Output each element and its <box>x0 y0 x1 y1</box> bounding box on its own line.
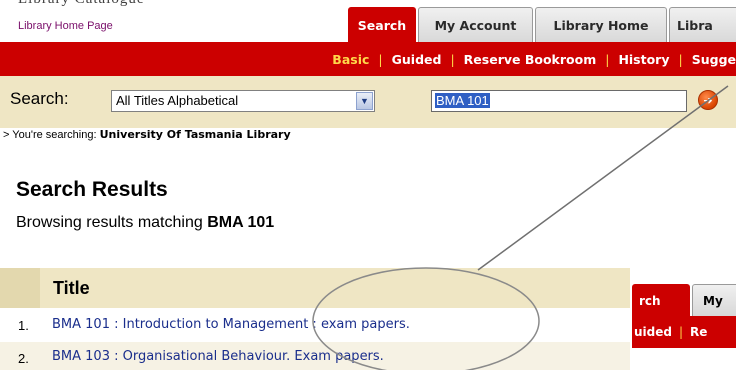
search-scope-select[interactable]: All Titles Alphabetical ▼ <box>111 90 375 112</box>
inset-tab-search[interactable]: rch <box>632 284 690 316</box>
search-scope-line: > You're searching: University Of Tasman… <box>3 128 291 141</box>
library-home-page-link[interactable]: Library Home Page <box>18 20 113 32</box>
nav-history[interactable]: History <box>618 52 669 67</box>
search-mode-nav: Basic | Guided | Reserve Bookroom | Hist… <box>0 42 736 76</box>
tab-library-home[interactable]: Library Home <box>535 7 667 43</box>
browse-prefix: Browsing results matching <box>16 214 203 231</box>
search-query-text: BMA 101 <box>435 93 490 108</box>
search-label: Search: <box>10 89 69 108</box>
row-number: 1. <box>18 318 29 333</box>
nav-separator: | <box>678 51 683 67</box>
inset-nav-guided[interactable]: uided <box>634 325 672 339</box>
row-number: 2. <box>18 351 29 366</box>
title-column-header[interactable]: Title <box>53 278 90 299</box>
inset-nav-reserve[interactable]: Re <box>690 325 707 339</box>
search-input[interactable]: BMA 101 <box>431 90 687 112</box>
nav-separator: | <box>450 51 455 67</box>
nav-separator: | <box>378 51 383 67</box>
result-link[interactable]: BMA 101 : Introduction to Management : e… <box>52 317 410 332</box>
results-table-header <box>0 268 630 308</box>
nav-basic[interactable]: Basic <box>332 52 369 67</box>
search-go-icon[interactable]: ➔ <box>698 90 718 110</box>
search-scope-value: All Titles Alphabetical <box>116 93 239 108</box>
zoom-inset: rch My uided | Re <box>632 283 736 370</box>
browse-term: BMA 101 <box>207 214 275 231</box>
nav-separator: | <box>678 325 684 339</box>
page-title: Search Results <box>16 178 168 201</box>
scope-prefix: > You're searching: <box>3 129 97 141</box>
chevron-down-icon[interactable]: ▼ <box>356 92 373 110</box>
number-column-header <box>0 268 40 308</box>
inset-tab-my-account[interactable]: My <box>692 284 736 316</box>
nav-separator: | <box>605 51 610 67</box>
inset-nav-bar: uided | Re <box>632 316 736 348</box>
result-link[interactable]: BMA 103 : Organisational Behaviour. Exam… <box>52 349 384 364</box>
nav-reserve-bookroom[interactable]: Reserve Bookroom <box>464 52 597 67</box>
tab-library-more[interactable]: Libra <box>669 7 736 43</box>
browse-summary: Browsing results matching BMA 101 <box>16 214 274 232</box>
nav-guided[interactable]: Guided <box>392 52 442 67</box>
tab-my-account[interactable]: My Account <box>418 7 533 43</box>
nav-suggestions[interactable]: Sugge <box>692 52 736 67</box>
scope-library: University Of Tasmania Library <box>99 128 291 141</box>
tab-search[interactable]: Search <box>348 7 416 43</box>
site-title: Library Catalogue <box>18 0 145 8</box>
